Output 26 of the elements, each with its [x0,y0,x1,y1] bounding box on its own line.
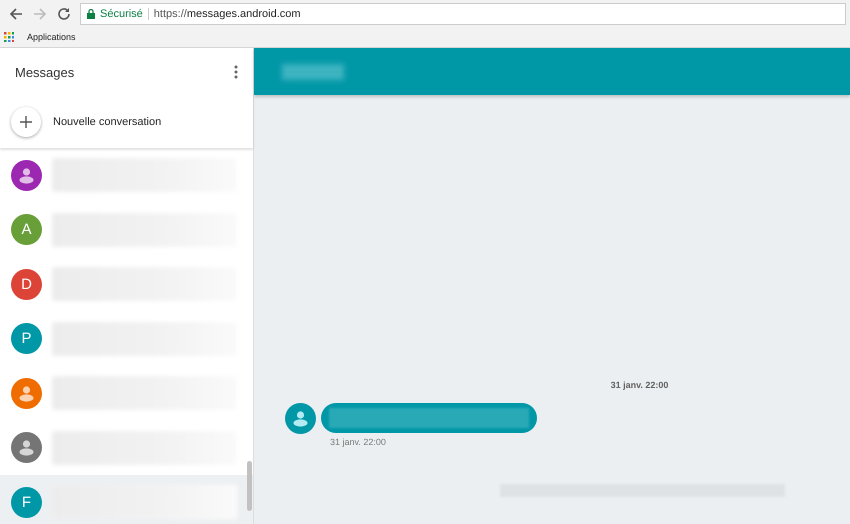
apps-grid-icon[interactable] [4,32,14,42]
avatar-circle: D [11,268,42,300]
bookmark-link[interactable]: Applications [27,32,76,42]
person-avatar-icon [285,403,316,434]
plus-icon [20,116,32,128]
new-conversation-button[interactable] [11,107,41,137]
url-text: https://messages.android.com [154,8,301,20]
conversation-item[interactable]: F [0,475,253,524]
new-conversation-label[interactable]: Nouvelle conversation [53,116,162,128]
avatar-circle: P [11,323,42,354]
security-label: Sécurisé [100,8,143,20]
date-divider: 31 janv. 22:00 [610,380,668,390]
conversation-item[interactable]: A [0,202,253,257]
more-options-icon[interactable] [234,65,238,79]
avatar-circle: A [11,214,42,246]
redacted-contact-name [282,64,344,80]
address-bar[interactable]: Sécurisé https://messages.android.com [80,2,846,24]
sidebar-title: Messages [15,64,74,80]
lock-icon [87,8,95,18]
conversation-item[interactable]: D [0,257,253,312]
avatar-circle: F [11,486,42,518]
scrollbar-thumb[interactable] [247,461,252,511]
reload-icon[interactable] [57,6,71,20]
back-icon[interactable] [9,6,23,20]
message-time: 31 janv. 22:00 [329,437,387,447]
conversation-item[interactable]: P [0,312,253,366]
